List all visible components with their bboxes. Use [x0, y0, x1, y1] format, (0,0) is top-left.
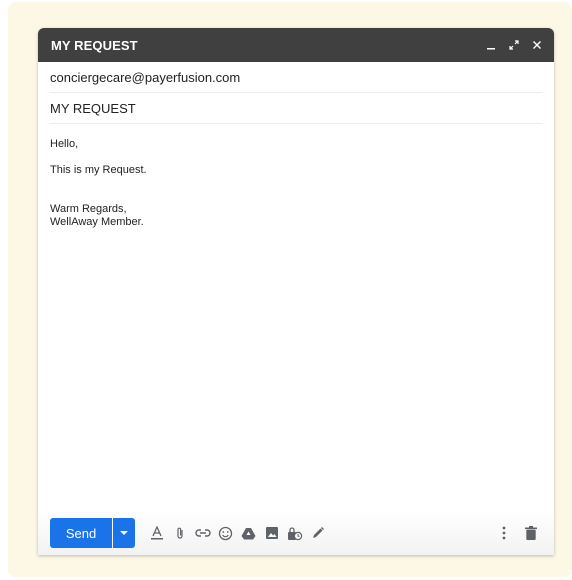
recipients-field[interactable]: conciergecare@payerfusion.com	[50, 62, 542, 93]
window-controls	[484, 38, 544, 52]
compose-toolbar: Send	[38, 511, 554, 555]
message-content: This is my Request.	[50, 164, 147, 176]
expand-icon[interactable]	[507, 38, 521, 52]
signature-block: Warm Regards, WellAway Member.	[50, 203, 542, 229]
signature-icon[interactable]	[306, 521, 329, 545]
more-options-icon[interactable]	[492, 521, 515, 545]
link-icon[interactable]	[191, 521, 214, 545]
compose-title: MY REQUEST	[51, 37, 138, 53]
minimize-icon[interactable]	[484, 38, 498, 52]
confidential-icon[interactable]	[283, 521, 306, 545]
text-format-icon[interactable]	[145, 521, 168, 545]
compose-titlebar[interactable]: MY REQUEST	[38, 28, 554, 62]
send-button[interactable]: Send	[50, 518, 112, 548]
attach-icon[interactable]	[168, 521, 191, 545]
caret-down-icon	[120, 531, 128, 535]
message-signature: WellAway Member.	[50, 216, 144, 228]
toolbar-right	[492, 521, 542, 545]
delete-icon[interactable]	[519, 521, 542, 545]
subject-field[interactable]: MY REQUEST	[50, 93, 542, 124]
recipient-address: conciergecare@payerfusion.com	[50, 69, 241, 85]
compose-window: MY REQUEST conciergecare@payerfusion.com…	[38, 28, 554, 555]
subject-text: MY REQUEST	[50, 100, 136, 116]
message-body[interactable]: Hello, This is my Request. Warm Regards,…	[38, 124, 554, 504]
send-group: Send	[50, 518, 135, 548]
message-greeting: Hello,	[50, 138, 79, 150]
emoji-icon[interactable]	[214, 521, 237, 545]
formatting-tools	[145, 521, 329, 545]
photo-icon[interactable]	[260, 521, 283, 545]
drive-icon[interactable]	[237, 521, 260, 545]
close-icon[interactable]	[530, 38, 544, 52]
message-closing: Warm Regards,	[50, 203, 127, 215]
send-options-button[interactable]	[113, 518, 135, 548]
